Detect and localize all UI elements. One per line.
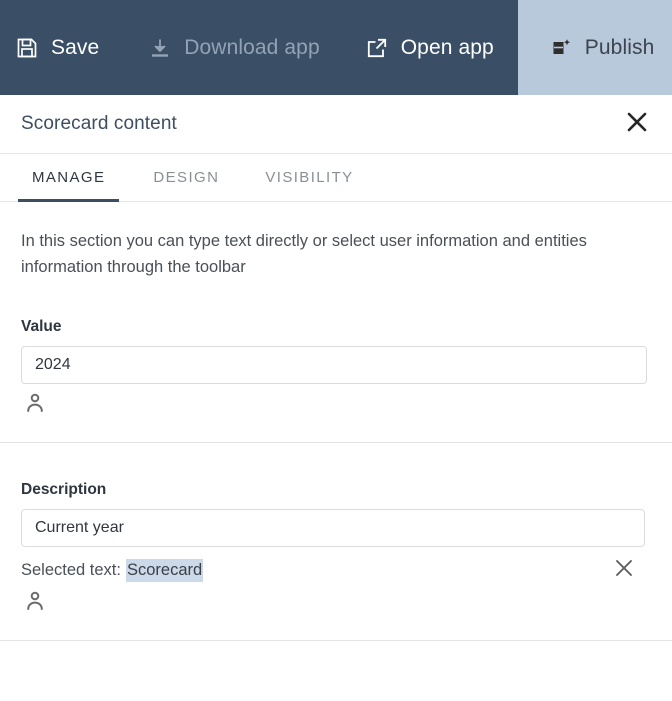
tab-design-label: DESIGN: [153, 169, 220, 186]
person-icon: [23, 589, 47, 618]
description-field-label: Description: [21, 481, 107, 498]
tab-manage[interactable]: MANAGE: [18, 169, 120, 202]
top-toolbar: Save Download app Open app Publish: [0, 0, 672, 95]
value-field-label: Value: [21, 318, 62, 335]
download-app-button[interactable]: Download app: [125, 0, 345, 95]
page-title: Scorecard content: [21, 113, 177, 134]
panel-close-button[interactable]: [620, 107, 654, 141]
section-description: In this section you can type text direct…: [21, 232, 587, 276]
external-link-icon: [364, 35, 390, 61]
panel-body: In this section you can type text direct…: [0, 228, 672, 641]
value-toolbar-row: [21, 390, 651, 420]
open-app-label: Open app: [400, 35, 494, 59]
description-person-button[interactable]: [21, 589, 49, 617]
section-divider-2: [0, 640, 672, 641]
tab-manage-label: MANAGE: [32, 169, 106, 186]
section-divider-1: [0, 442, 672, 443]
tab-design[interactable]: DESIGN: [139, 169, 233, 202]
tab-bar: MANAGE DESIGN VISIBILITY: [0, 154, 672, 202]
save-button[interactable]: Save: [0, 0, 125, 95]
value-person-button[interactable]: [21, 391, 49, 419]
person-icon: [23, 391, 47, 420]
clear-selected-text-button[interactable]: [609, 555, 639, 585]
open-app-button[interactable]: Open app: [346, 0, 518, 95]
selected-text-value: Scorecard: [125, 558, 204, 582]
publish-icon: [548, 35, 574, 61]
publish-button[interactable]: Publish: [517, 0, 672, 95]
selected-text-row: Selected text: Scorecard: [21, 558, 651, 582]
value-input[interactable]: [21, 346, 647, 384]
download-icon: [147, 35, 173, 61]
publish-button-label: Publish: [584, 35, 655, 59]
close-icon: [613, 557, 635, 584]
panel-header: Scorecard content: [0, 95, 672, 154]
save-button-label: Save: [51, 35, 100, 59]
description-input[interactable]: [21, 509, 645, 547]
description-toolbar-row: [21, 588, 651, 618]
download-app-label: Download app: [184, 35, 320, 59]
tab-visibility-label: VISIBILITY: [265, 169, 354, 186]
floppy-disk-icon: [14, 35, 40, 61]
close-icon: [624, 109, 650, 140]
selected-text-label: Selected text:: [21, 560, 121, 579]
tab-visibility[interactable]: VISIBILITY: [251, 169, 367, 202]
